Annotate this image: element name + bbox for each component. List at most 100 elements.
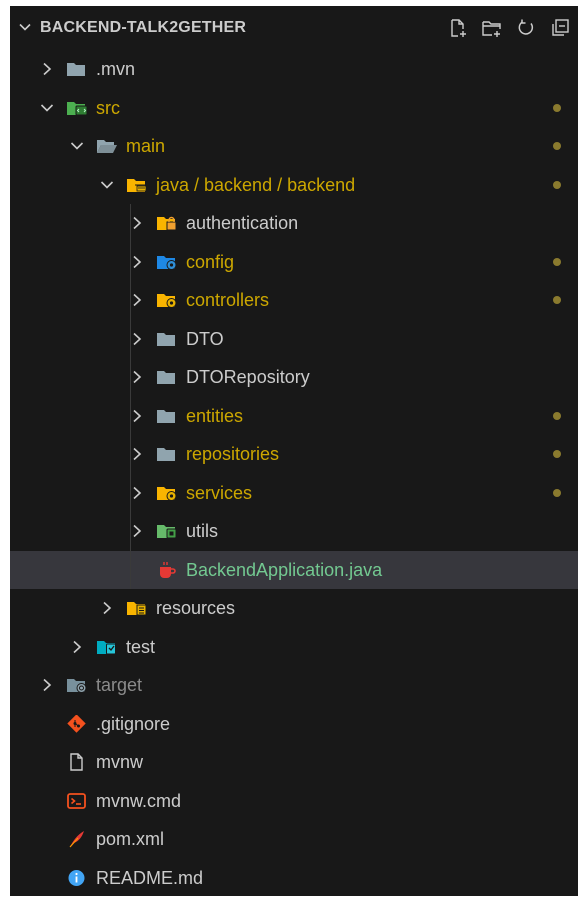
tree-folder-services[interactable]: services xyxy=(10,474,578,512)
tree-folder-main[interactable]: main xyxy=(10,127,578,165)
tree-item-label: controllers xyxy=(186,290,270,310)
explorer-title: BACKEND-TALK2GETHER xyxy=(40,19,247,36)
tree-item-label: main xyxy=(126,136,166,156)
tree-folder-repositories[interactable]: repositories xyxy=(10,435,578,473)
refresh-icon[interactable] xyxy=(514,16,538,40)
explorer-actions xyxy=(446,16,572,40)
chevron-right-icon[interactable] xyxy=(130,485,144,501)
folder-lock-icon xyxy=(156,214,178,232)
chevron-down-icon[interactable] xyxy=(18,20,32,34)
chevron-right-icon[interactable] xyxy=(130,215,144,231)
folder-src-icon xyxy=(66,99,88,117)
info-icon xyxy=(66,869,88,887)
folder-icon xyxy=(156,407,178,425)
folder-target-icon xyxy=(66,676,88,694)
tree-item-label: resources xyxy=(156,598,236,618)
tree-item-label: BackendApplication.java xyxy=(186,559,383,580)
tree-folder-resources[interactable]: resources xyxy=(10,589,578,627)
tree-item-label: java / backend / backend xyxy=(156,174,356,195)
tree-item-label: .mvn xyxy=(96,59,136,79)
tree-item-label: repositories xyxy=(186,444,280,464)
chevron-right-icon[interactable] xyxy=(130,446,144,462)
tree-item-label: .gitignore xyxy=(96,713,171,734)
tree-item-label: DTO xyxy=(186,328,224,349)
modified-indicator xyxy=(553,450,561,458)
chevron-right-icon[interactable] xyxy=(70,639,84,655)
folder-icon xyxy=(66,60,88,78)
terminal-icon xyxy=(66,792,88,810)
tree-folder-utils[interactable]: utils xyxy=(10,512,578,550)
indent-guide xyxy=(130,204,131,589)
chevron-down-icon[interactable] xyxy=(100,177,114,193)
tree-item-label: test xyxy=(126,636,156,657)
tree-item-label: mvnw xyxy=(96,752,144,772)
tree-item-label: mvnw.cmd xyxy=(96,790,182,811)
tree-folder-java-backend-backend[interactable]: java / backend / backend xyxy=(10,166,578,204)
chevron-down-icon[interactable] xyxy=(40,100,54,116)
chevron-right-icon[interactable] xyxy=(130,523,144,539)
tree-item-label: services xyxy=(186,482,253,503)
chevron-right-icon[interactable] xyxy=(40,677,54,693)
java-file-icon xyxy=(156,561,178,579)
tree-folder-controllers[interactable]: controllers xyxy=(10,281,578,319)
tree-file-mvnw[interactable]: mvnw xyxy=(10,743,578,781)
chevron-right-icon[interactable] xyxy=(130,292,144,308)
chevron-right-icon[interactable] xyxy=(130,254,144,270)
tree-item-label: authentication xyxy=(186,213,299,233)
modified-indicator xyxy=(553,180,561,189)
chevron-right-icon[interactable] xyxy=(130,408,144,424)
tree-folder-dtorepository[interactable]: DTORepository xyxy=(10,358,578,396)
tree-folder-config[interactable]: config xyxy=(10,243,578,281)
tree-item-label: entities xyxy=(186,405,244,426)
modified-indicator xyxy=(553,142,561,150)
collapse-all-icon[interactable] xyxy=(548,16,572,40)
chevron-right-icon[interactable] xyxy=(40,61,54,77)
tree-folder-mvn[interactable]: .mvn xyxy=(10,50,578,88)
file-icon xyxy=(66,753,88,771)
folder-test-icon xyxy=(96,638,118,656)
tree-file-backendapplication-java[interactable]: BackendApplication.java xyxy=(10,550,578,589)
folder-resources-icon xyxy=(126,599,148,617)
folder-icon xyxy=(156,330,178,348)
tree-file-gitignore[interactable]: .gitignore xyxy=(10,705,578,743)
new-folder-icon[interactable] xyxy=(480,16,504,40)
chevron-right-icon[interactable] xyxy=(130,369,144,385)
folder-config-icon xyxy=(156,253,178,271)
tree-item-label: target xyxy=(96,675,143,695)
folder-controllers-icon xyxy=(156,291,178,309)
modified-indicator xyxy=(553,488,561,497)
tree-item-label: README.md xyxy=(96,867,204,888)
modified-indicator xyxy=(553,103,561,112)
chevron-right-icon[interactable] xyxy=(100,600,114,616)
modified-indicator xyxy=(553,411,561,420)
tree-file-mvnw-cmd[interactable]: mvnw.cmd xyxy=(10,782,578,820)
tree-item-label: pom.xml xyxy=(96,829,165,849)
tree-item-label: utils xyxy=(186,521,219,541)
tree-item-label: config xyxy=(186,251,235,272)
folder-utils-icon xyxy=(156,522,178,540)
modified-indicator xyxy=(553,257,561,266)
folder-icon xyxy=(156,368,178,386)
explorer-panel: BACKEND-TALK2GETHER .mvn src main java /… xyxy=(10,6,578,896)
tree-folder-authentication[interactable]: authentication xyxy=(10,204,578,242)
tree-file-pom-xml[interactable]: pom.xml xyxy=(10,820,578,858)
tree-folder-src[interactable]: src xyxy=(10,89,578,127)
git-icon xyxy=(66,713,88,733)
new-file-icon[interactable] xyxy=(446,16,470,40)
chevron-right-icon[interactable] xyxy=(130,331,144,347)
chevron-down-icon[interactable] xyxy=(70,138,84,154)
folder-java-icon xyxy=(126,176,148,194)
tree-file-readme-md[interactable]: README.md xyxy=(10,859,578,897)
tree-folder-entities[interactable]: entities xyxy=(10,397,578,435)
tree-folder-target[interactable]: target xyxy=(10,666,578,704)
folder-icon xyxy=(156,445,178,463)
tree-item-label: DTORepository xyxy=(186,367,310,387)
tree-folder-dto[interactable]: DTO xyxy=(10,320,578,358)
explorer-header[interactable]: BACKEND-TALK2GETHER xyxy=(10,6,578,50)
tree-item-label: src xyxy=(96,97,120,118)
folder-services-icon xyxy=(156,484,178,502)
folder-open-icon xyxy=(96,137,118,155)
tree-folder-test[interactable]: test xyxy=(10,628,578,666)
modified-indicator xyxy=(553,296,561,304)
maven-feather-icon xyxy=(66,830,88,848)
